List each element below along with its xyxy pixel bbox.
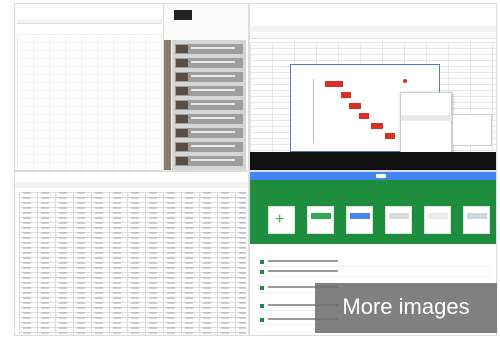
more-images-button[interactable]: More images: [315, 283, 497, 333]
sheet-column-headers: [250, 34, 496, 39]
gantt-bar: [341, 92, 351, 98]
more-images-label: More images: [342, 294, 470, 319]
context-menu-highlight: [401, 115, 453, 121]
sheet-icon: [260, 270, 264, 274]
template-card[interactable]: [385, 206, 412, 234]
sheet-header: [250, 4, 496, 42]
gantt-bar: [385, 133, 395, 139]
list-item: [175, 114, 243, 124]
context-submenu[interactable]: [452, 114, 492, 146]
legend-marker: [403, 79, 407, 83]
sheet-toolbar: [250, 26, 496, 32]
list-item: [175, 156, 243, 166]
gantt-bar: [325, 81, 343, 87]
list-item: [175, 58, 243, 68]
side-banner-logo: [174, 10, 192, 20]
data-table-cells: [19, 192, 246, 334]
top-bar: [250, 172, 496, 180]
doc-toolbar: [17, 19, 162, 24]
template-card[interactable]: [346, 206, 373, 234]
side-panel: [163, 4, 248, 170]
sheet-toolbar: [15, 182, 248, 188]
side-strip: [164, 40, 171, 170]
gantt-bar: [371, 123, 383, 129]
sheet-bottom-bar: [250, 152, 496, 170]
file-row[interactable]: [260, 258, 490, 267]
sheet-icon: [260, 318, 264, 322]
template-card[interactable]: [463, 206, 490, 234]
template-card[interactable]: [307, 206, 334, 234]
plus-icon: +: [275, 211, 285, 228]
sheet-icon: [260, 260, 264, 264]
image-thumbnail-3[interactable]: [14, 171, 249, 336]
top-bar-chip: [376, 174, 386, 178]
list-item: [175, 72, 243, 82]
template-blank[interactable]: +: [268, 206, 295, 234]
chart-axis: [313, 79, 314, 143]
image-thumbnail-1[interactable]: [14, 3, 249, 171]
sheet-icon: [260, 304, 264, 308]
list-item: [175, 100, 243, 110]
list-item: [175, 44, 243, 54]
template-gallery: +: [250, 180, 496, 244]
image-thumbnail-2[interactable]: [249, 3, 497, 171]
side-result-list: [172, 40, 246, 170]
gantt-bar: [349, 103, 361, 109]
template-card[interactable]: [424, 206, 451, 234]
gantt-bar: [359, 113, 369, 119]
sheet-icon: [260, 286, 264, 290]
list-item: [175, 142, 243, 152]
list-item: [175, 128, 243, 138]
doc-grid: [17, 34, 162, 170]
image-results-grid: + More images: [0, 0, 500, 338]
list-item: [175, 86, 243, 96]
file-row[interactable]: [260, 268, 490, 277]
